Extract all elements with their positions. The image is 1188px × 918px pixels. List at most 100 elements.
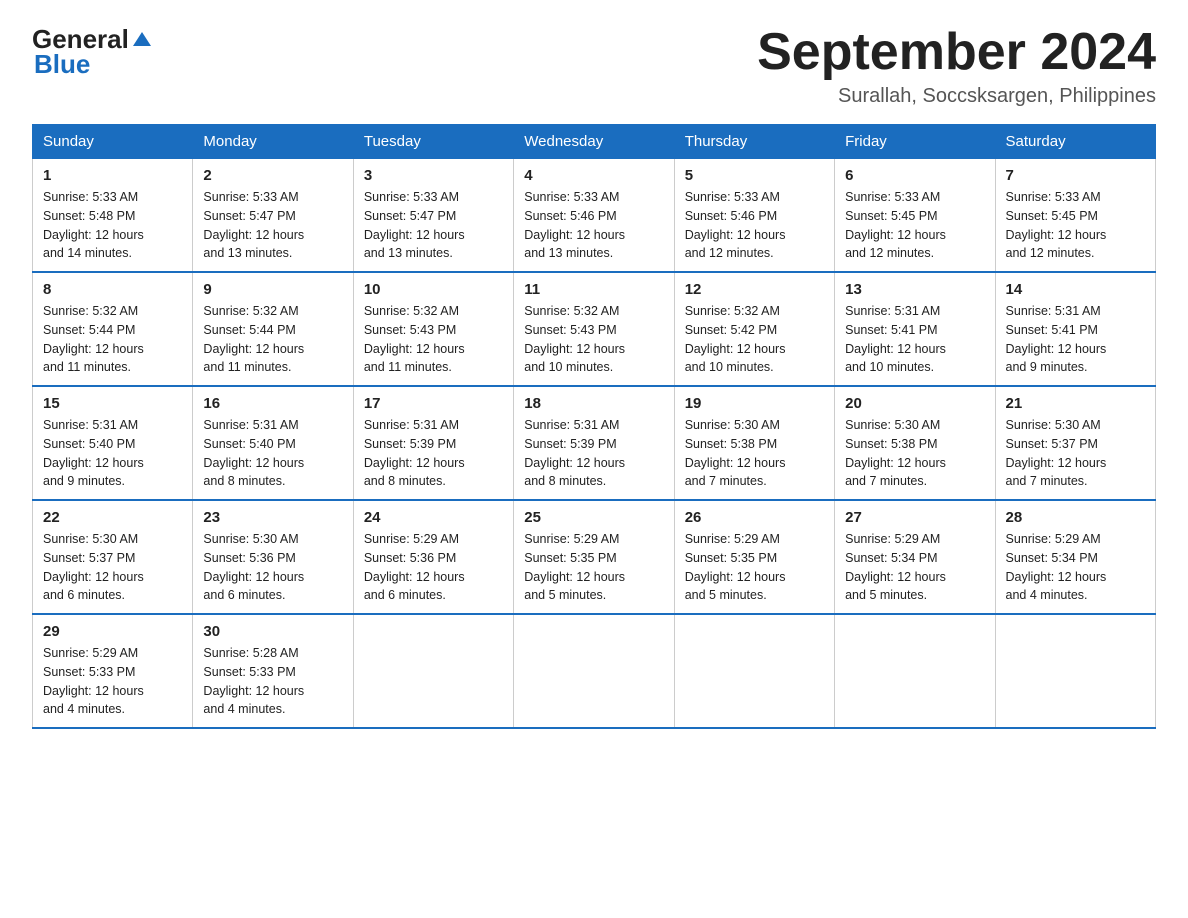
day-info: Sunrise: 5:30 AM Sunset: 5:37 PM Dayligh… (43, 530, 182, 605)
day-info: Sunrise: 5:33 AM Sunset: 5:46 PM Dayligh… (685, 188, 824, 263)
logo: General Blue (32, 24, 153, 80)
day-info: Sunrise: 5:31 AM Sunset: 5:40 PM Dayligh… (43, 416, 182, 491)
day-number: 21 (1006, 395, 1145, 412)
day-number: 10 (364, 281, 503, 298)
calendar-cell: 4 Sunrise: 5:33 AM Sunset: 5:46 PM Dayli… (514, 159, 674, 273)
calendar-cell: 24 Sunrise: 5:29 AM Sunset: 5:36 PM Dayl… (353, 500, 513, 614)
header-row: Sunday Monday Tuesday Wednesday Thursday… (33, 125, 1156, 159)
day-info: Sunrise: 5:33 AM Sunset: 5:47 PM Dayligh… (364, 188, 503, 263)
day-info: Sunrise: 5:33 AM Sunset: 5:48 PM Dayligh… (43, 188, 182, 263)
day-number: 30 (203, 623, 342, 640)
location: Surallah, Soccsksargen, Philippines (757, 85, 1156, 108)
day-number: 1 (43, 167, 182, 184)
day-number: 8 (43, 281, 182, 298)
day-number: 22 (43, 509, 182, 526)
calendar-cell: 19 Sunrise: 5:30 AM Sunset: 5:38 PM Dayl… (674, 386, 834, 500)
day-info: Sunrise: 5:33 AM Sunset: 5:47 PM Dayligh… (203, 188, 342, 263)
day-info: Sunrise: 5:29 AM Sunset: 5:33 PM Dayligh… (43, 644, 182, 719)
day-number: 6 (845, 167, 984, 184)
day-number: 29 (43, 623, 182, 640)
calendar-cell: 8 Sunrise: 5:32 AM Sunset: 5:44 PM Dayli… (33, 272, 193, 386)
day-info: Sunrise: 5:33 AM Sunset: 5:46 PM Dayligh… (524, 188, 663, 263)
calendar-cell: 27 Sunrise: 5:29 AM Sunset: 5:34 PM Dayl… (835, 500, 995, 614)
day-number: 14 (1006, 281, 1145, 298)
calendar-cell (995, 614, 1155, 728)
calendar-cell: 25 Sunrise: 5:29 AM Sunset: 5:35 PM Dayl… (514, 500, 674, 614)
calendar-cell: 29 Sunrise: 5:29 AM Sunset: 5:33 PM Dayl… (33, 614, 193, 728)
calendar-cell: 5 Sunrise: 5:33 AM Sunset: 5:46 PM Dayli… (674, 159, 834, 273)
page-header: General Blue September 2024 Surallah, So… (32, 24, 1156, 108)
day-number: 15 (43, 395, 182, 412)
calendar-cell: 12 Sunrise: 5:32 AM Sunset: 5:42 PM Dayl… (674, 272, 834, 386)
day-info: Sunrise: 5:31 AM Sunset: 5:39 PM Dayligh… (364, 416, 503, 491)
title-block: September 2024 Surallah, Soccsksargen, P… (757, 24, 1156, 108)
calendar-cell: 2 Sunrise: 5:33 AM Sunset: 5:47 PM Dayli… (193, 159, 353, 273)
calendar-cell: 15 Sunrise: 5:31 AM Sunset: 5:40 PM Dayl… (33, 386, 193, 500)
day-number: 28 (1006, 509, 1145, 526)
month-title: September 2024 (757, 24, 1156, 81)
day-info: Sunrise: 5:29 AM Sunset: 5:35 PM Dayligh… (524, 530, 663, 605)
day-number: 18 (524, 395, 663, 412)
day-info: Sunrise: 5:32 AM Sunset: 5:44 PM Dayligh… (43, 302, 182, 377)
calendar-body: 1 Sunrise: 5:33 AM Sunset: 5:48 PM Dayli… (33, 159, 1156, 729)
calendar-cell (514, 614, 674, 728)
calendar-cell: 23 Sunrise: 5:30 AM Sunset: 5:36 PM Dayl… (193, 500, 353, 614)
calendar-cell (353, 614, 513, 728)
day-number: 23 (203, 509, 342, 526)
calendar-cell: 3 Sunrise: 5:33 AM Sunset: 5:47 PM Dayli… (353, 159, 513, 273)
calendar-week-4: 22 Sunrise: 5:30 AM Sunset: 5:37 PM Dayl… (33, 500, 1156, 614)
day-info: Sunrise: 5:32 AM Sunset: 5:43 PM Dayligh… (524, 302, 663, 377)
day-number: 11 (524, 281, 663, 298)
calendar-week-3: 15 Sunrise: 5:31 AM Sunset: 5:40 PM Dayl… (33, 386, 1156, 500)
day-number: 17 (364, 395, 503, 412)
calendar-cell: 1 Sunrise: 5:33 AM Sunset: 5:48 PM Dayli… (33, 159, 193, 273)
day-info: Sunrise: 5:32 AM Sunset: 5:43 PM Dayligh… (364, 302, 503, 377)
calendar-cell: 21 Sunrise: 5:30 AM Sunset: 5:37 PM Dayl… (995, 386, 1155, 500)
calendar-cell (674, 614, 834, 728)
day-info: Sunrise: 5:31 AM Sunset: 5:40 PM Dayligh… (203, 416, 342, 491)
day-info: Sunrise: 5:30 AM Sunset: 5:38 PM Dayligh… (685, 416, 824, 491)
day-number: 7 (1006, 167, 1145, 184)
calendar-cell: 10 Sunrise: 5:32 AM Sunset: 5:43 PM Dayl… (353, 272, 513, 386)
day-number: 5 (685, 167, 824, 184)
day-info: Sunrise: 5:29 AM Sunset: 5:34 PM Dayligh… (1006, 530, 1145, 605)
calendar-week-5: 29 Sunrise: 5:29 AM Sunset: 5:33 PM Dayl… (33, 614, 1156, 728)
calendar-cell: 20 Sunrise: 5:30 AM Sunset: 5:38 PM Dayl… (835, 386, 995, 500)
day-number: 13 (845, 281, 984, 298)
day-info: Sunrise: 5:32 AM Sunset: 5:42 PM Dayligh… (685, 302, 824, 377)
header-tuesday: Tuesday (353, 125, 513, 159)
day-number: 9 (203, 281, 342, 298)
calendar-cell: 13 Sunrise: 5:31 AM Sunset: 5:41 PM Dayl… (835, 272, 995, 386)
day-info: Sunrise: 5:28 AM Sunset: 5:33 PM Dayligh… (203, 644, 342, 719)
day-number: 20 (845, 395, 984, 412)
logo-icon (131, 28, 153, 50)
day-info: Sunrise: 5:29 AM Sunset: 5:35 PM Dayligh… (685, 530, 824, 605)
calendar-header: Sunday Monday Tuesday Wednesday Thursday… (33, 125, 1156, 159)
day-number: 27 (845, 509, 984, 526)
calendar-cell: 9 Sunrise: 5:32 AM Sunset: 5:44 PM Dayli… (193, 272, 353, 386)
header-thursday: Thursday (674, 125, 834, 159)
header-friday: Friday (835, 125, 995, 159)
day-number: 24 (364, 509, 503, 526)
day-number: 12 (685, 281, 824, 298)
logo-blue: Blue (34, 49, 90, 80)
calendar-cell: 17 Sunrise: 5:31 AM Sunset: 5:39 PM Dayl… (353, 386, 513, 500)
calendar-cell: 7 Sunrise: 5:33 AM Sunset: 5:45 PM Dayli… (995, 159, 1155, 273)
header-sunday: Sunday (33, 125, 193, 159)
day-number: 19 (685, 395, 824, 412)
day-info: Sunrise: 5:33 AM Sunset: 5:45 PM Dayligh… (845, 188, 984, 263)
calendar-cell: 30 Sunrise: 5:28 AM Sunset: 5:33 PM Dayl… (193, 614, 353, 728)
calendar-cell: 6 Sunrise: 5:33 AM Sunset: 5:45 PM Dayli… (835, 159, 995, 273)
day-info: Sunrise: 5:31 AM Sunset: 5:41 PM Dayligh… (1006, 302, 1145, 377)
calendar-cell: 16 Sunrise: 5:31 AM Sunset: 5:40 PM Dayl… (193, 386, 353, 500)
day-info: Sunrise: 5:33 AM Sunset: 5:45 PM Dayligh… (1006, 188, 1145, 263)
calendar-cell: 26 Sunrise: 5:29 AM Sunset: 5:35 PM Dayl… (674, 500, 834, 614)
calendar-cell: 11 Sunrise: 5:32 AM Sunset: 5:43 PM Dayl… (514, 272, 674, 386)
day-number: 2 (203, 167, 342, 184)
calendar-table: Sunday Monday Tuesday Wednesday Thursday… (32, 124, 1156, 729)
day-info: Sunrise: 5:30 AM Sunset: 5:36 PM Dayligh… (203, 530, 342, 605)
day-info: Sunrise: 5:30 AM Sunset: 5:38 PM Dayligh… (845, 416, 984, 491)
day-info: Sunrise: 5:29 AM Sunset: 5:36 PM Dayligh… (364, 530, 503, 605)
header-wednesday: Wednesday (514, 125, 674, 159)
calendar-cell: 14 Sunrise: 5:31 AM Sunset: 5:41 PM Dayl… (995, 272, 1155, 386)
